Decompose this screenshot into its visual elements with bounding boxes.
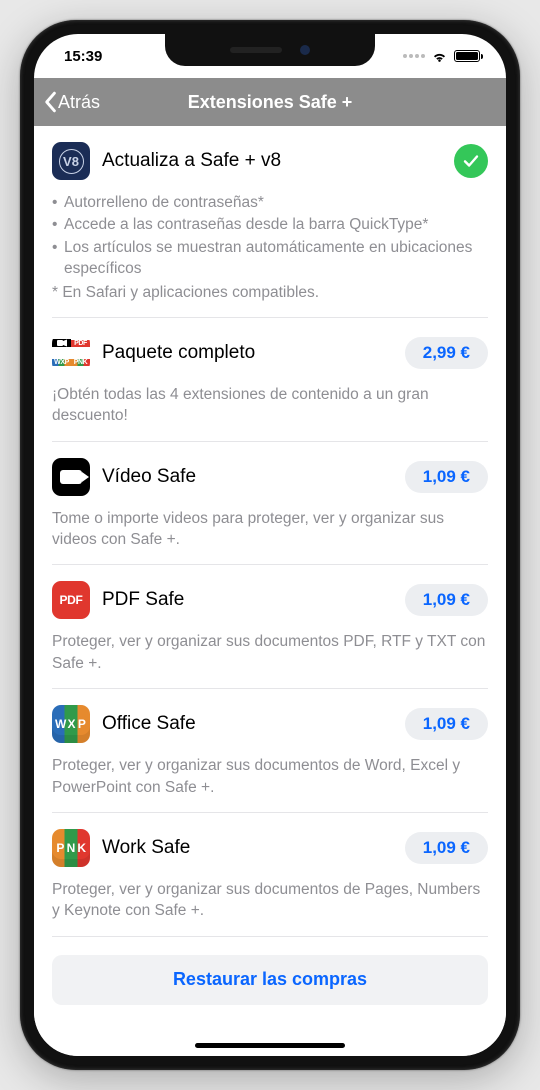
item-title: Work Safe <box>102 837 393 859</box>
item-title: Office Safe <box>102 713 393 735</box>
battery-icon <box>454 50 480 62</box>
item-bundle: PDF WXP PNK Paquete completo 2,99 € ¡Obt… <box>52 318 488 442</box>
item-desc: Proteger, ver y organizar sus documentos… <box>52 631 488 674</box>
item-title: Paquete completo <box>102 342 393 364</box>
item-desc: Tome o importe videos para proteger, ver… <box>52 508 488 551</box>
price-button[interactable]: 2,99 € <box>405 337 488 369</box>
status-time: 15:39 <box>64 48 102 65</box>
back-button[interactable]: Atrás <box>42 91 100 113</box>
restore-purchases-button[interactable]: Restaurar las compras <box>52 955 488 1005</box>
home-indicator[interactable] <box>195 1043 345 1048</box>
item-title: Vídeo Safe <box>102 466 393 488</box>
device-notch <box>165 34 375 66</box>
phone-frame: 15:39 Atrás Extensiones Safe + V8 Actual… <box>20 20 520 1070</box>
price-button[interactable]: 1,09 € <box>405 708 488 740</box>
nav-bar: Atrás Extensiones Safe + <box>34 78 506 126</box>
video-icon <box>52 458 90 496</box>
work-icon: PNK <box>52 829 90 867</box>
pdf-icon: PDF <box>52 581 90 619</box>
upgrade-section: V8 Actualiza a Safe + v8 Autorrelleno de… <box>52 126 488 318</box>
price-button[interactable]: 1,09 € <box>405 832 488 864</box>
price-button[interactable]: 1,09 € <box>405 584 488 616</box>
item-work: PNK Work Safe 1,09 € Proteger, ver y org… <box>52 813 488 937</box>
item-office: WXP Office Safe 1,09 € Proteger, ver y o… <box>52 689 488 813</box>
nav-title: Extensiones Safe + <box>34 92 506 113</box>
v8-icon: V8 <box>52 142 90 180</box>
purchased-check-icon <box>454 144 488 178</box>
item-desc: Proteger, ver y organizar sus documentos… <box>52 879 488 922</box>
item-desc: Proteger, ver y organizar sus documentos… <box>52 755 488 798</box>
upgrade-bullet: Accede a las contraseñas desde la barra … <box>52 214 488 235</box>
bundle-icon: PDF WXP PNK <box>52 334 90 372</box>
item-desc: ¡Obtén todas las 4 extensiones de conten… <box>52 384 488 427</box>
wifi-icon <box>431 48 448 65</box>
item-title: PDF Safe <box>102 589 393 611</box>
price-button[interactable]: 1,09 € <box>405 461 488 493</box>
item-video: Vídeo Safe 1,09 € Tome o importe videos … <box>52 442 488 566</box>
upgrade-description: Autorrelleno de contraseñas* Accede a la… <box>52 192 488 303</box>
upgrade-bullet: Autorrelleno de contraseñas* <box>52 192 488 213</box>
upgrade-title: Actualiza a Safe + v8 <box>102 150 442 172</box>
back-label: Atrás <box>58 92 100 113</box>
office-icon: WXP <box>52 705 90 743</box>
cellular-dots-icon <box>403 54 425 58</box>
upgrade-footnote: * En Safari y aplicaciones compatibles. <box>52 282 488 303</box>
item-pdf: PDF PDF Safe 1,09 € Proteger, ver y orga… <box>52 565 488 689</box>
upgrade-bullet: Los artículos se muestran automáticament… <box>52 237 488 280</box>
content-scroll[interactable]: V8 Actualiza a Safe + v8 Autorrelleno de… <box>34 126 506 1056</box>
